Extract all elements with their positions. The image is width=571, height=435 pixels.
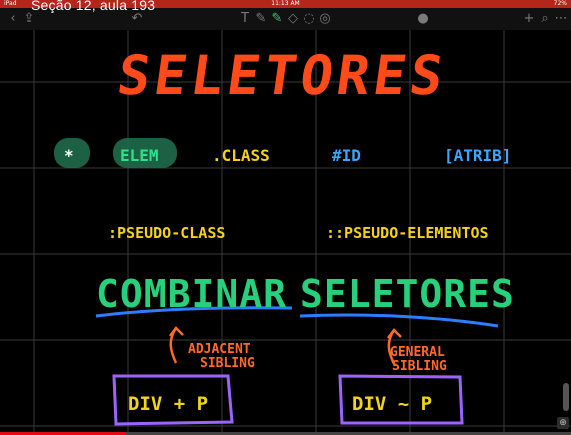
adjacent-label-2: SIBLING [200,356,255,371]
general-label-2: SIBLING [392,359,447,374]
battery-indicator: 72% [553,0,567,7]
seletores-word: SELETORES [300,272,515,316]
adjacent-label-1: ADJACENT [188,342,251,357]
pseudo-class-label: :PSEUDO-CLASS [108,224,226,242]
combinar-word: COMBINAR [96,272,288,316]
element-selector: ELEM [120,146,159,165]
more-icon[interactable]: ⋯ [552,10,570,28]
mic-icon[interactable]: ● [414,10,432,28]
pseudo-elements-label: ::PSEUDO-ELEMENTOS [326,224,489,242]
general-label-1: GENERAL [390,345,445,360]
attrib-selector: [ATRIB] [444,146,512,165]
general-code: DIV ~ P [352,393,433,415]
board-title: SELETORES [113,44,452,107]
id-selector: #ID [332,146,361,165]
underline-seletores [299,313,499,328]
zoom-icon[interactable]: ⊕ [557,417,569,429]
scrollbar-thumb[interactable] [563,383,569,411]
lasso-icon[interactable]: ◎ [316,10,334,28]
video-title: Seção 12, aula 193 [31,0,156,13]
adjacent-code: DIV + P [128,393,209,415]
universal-selector: * [64,146,74,165]
class-selector: .CLASS [212,146,270,165]
